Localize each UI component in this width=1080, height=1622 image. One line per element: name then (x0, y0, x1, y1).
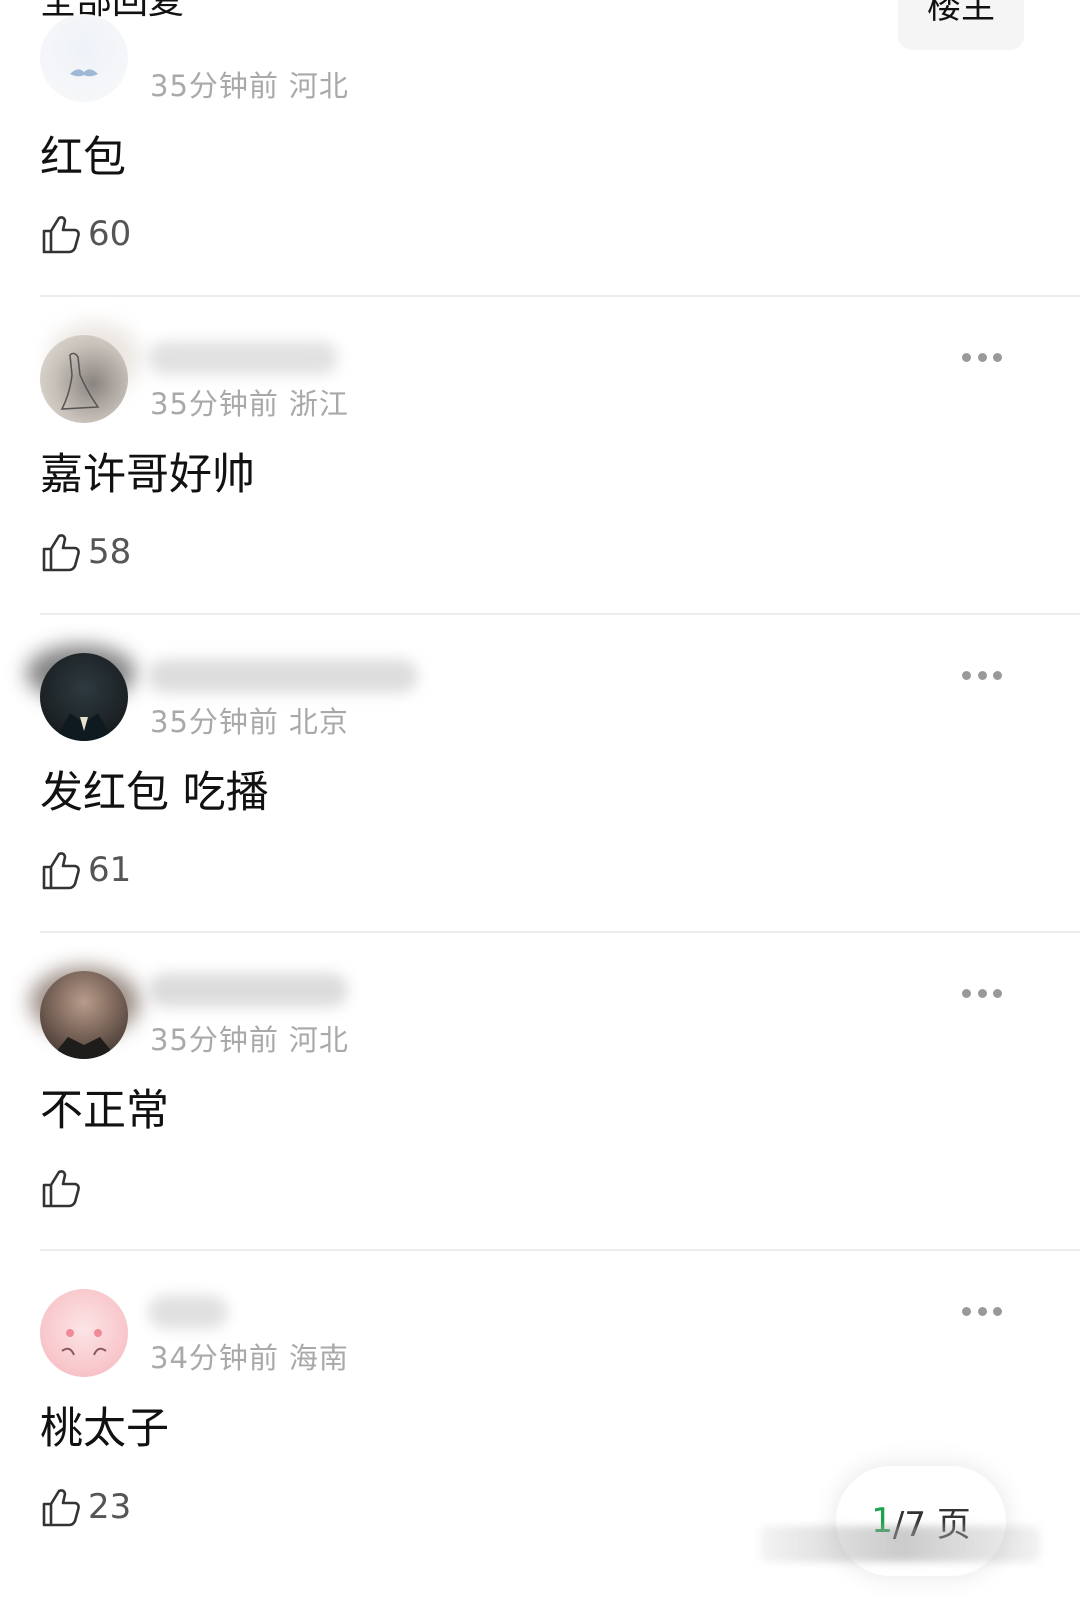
comment-time: 34分钟前 (150, 1341, 279, 1375)
comment-meta: 35分钟前 河北 (150, 68, 349, 104)
comment-meta: 34分钟前 海南 (150, 1340, 349, 1376)
more-dots-icon (962, 670, 971, 680)
more-dots-icon (962, 988, 971, 998)
avatar-image (70, 69, 98, 77)
like-button[interactable] (40, 1166, 88, 1210)
more-dots-icon (977, 988, 987, 998)
comment-meta: 35分钟前 浙江 (150, 386, 349, 422)
more-dots-icon (977, 670, 987, 680)
comment-location: 北京 (288, 705, 349, 739)
more-dots-icon (993, 670, 1002, 680)
like-button[interactable]: 23 (40, 1485, 131, 1529)
more-dots-icon (993, 1306, 1002, 1316)
comment-item: 35分钟前 北京 发红包 吃播 61 (0, 615, 1080, 933)
comment-text: 发红包 吃播 (40, 768, 269, 818)
avatar[interactable] (40, 971, 128, 1059)
avatar-image (60, 352, 100, 410)
comment-item: 35分钟前 河北 不正常 (0, 933, 1080, 1251)
comment-text: 桃太子 (40, 1404, 169, 1454)
thumbs-up-icon (42, 1170, 80, 1208)
avatar[interactable] (40, 1289, 128, 1377)
avatar[interactable] (40, 14, 128, 102)
comment-time: 35分钟前 (150, 705, 279, 739)
avatar[interactable] (40, 335, 128, 423)
more-dots-icon (977, 352, 987, 362)
like-button[interactable]: 61 (40, 848, 131, 892)
more-options-button[interactable] (962, 670, 1002, 680)
more-options-button[interactable] (962, 1306, 1002, 1316)
comment-text: 不正常 (40, 1086, 169, 1136)
like-count: 23 (88, 1487, 132, 1527)
more-options-button[interactable] (962, 352, 1002, 362)
comment-location: 海南 (288, 1341, 349, 1375)
thumbs-up-icon (42, 216, 80, 254)
username-blurred[interactable] (148, 1295, 228, 1329)
more-dots-icon (962, 352, 971, 362)
comment-location: 河北 (288, 1023, 349, 1057)
comment-text: 嘉许哥好帅 (40, 450, 255, 500)
like-count: 61 (88, 850, 132, 890)
like-button[interactable]: 58 (40, 530, 131, 574)
watermark (760, 1526, 1040, 1562)
comment-item: 35分钟前 河北 红包 60 (0, 0, 1080, 297)
comment-location: 河北 (288, 69, 349, 103)
thumbs-up-icon (42, 534, 80, 572)
like-count: 60 (88, 214, 132, 254)
username-blurred[interactable] (148, 659, 418, 693)
comment-text: 红包 (40, 133, 126, 183)
like-button[interactable]: 60 (40, 212, 131, 256)
comment-meta: 35分钟前 北京 (150, 704, 349, 740)
more-dots-icon (977, 1306, 987, 1316)
more-options-button[interactable] (962, 988, 1002, 998)
comment-location: 浙江 (288, 387, 349, 421)
comment-page: 全部回复 楼主 35分钟前 河北 红包 60 35分钟前 浙江 嘉许哥好帅 58… (0, 0, 1080, 1622)
avatar[interactable] (40, 653, 128, 741)
thumbs-up-icon (42, 852, 80, 890)
more-dots-icon (962, 1306, 971, 1316)
avatar-image (61, 1329, 107, 1356)
comment-meta: 35分钟前 河北 (150, 1022, 349, 1058)
like-count: 58 (88, 532, 132, 572)
comment-time: 35分钟前 (150, 69, 279, 103)
username-blurred[interactable] (148, 973, 348, 1007)
avatar-image (54, 713, 114, 741)
comment-time: 35分钟前 (150, 1023, 279, 1057)
comment-item: 35分钟前 浙江 嘉许哥好帅 58 (0, 297, 1080, 615)
comment-time: 35分钟前 (150, 387, 279, 421)
more-dots-icon (993, 988, 1002, 998)
username-blurred[interactable] (148, 341, 338, 375)
avatar-image (50, 1037, 118, 1059)
more-dots-icon (993, 352, 1002, 362)
thumbs-up-icon (42, 1489, 80, 1527)
